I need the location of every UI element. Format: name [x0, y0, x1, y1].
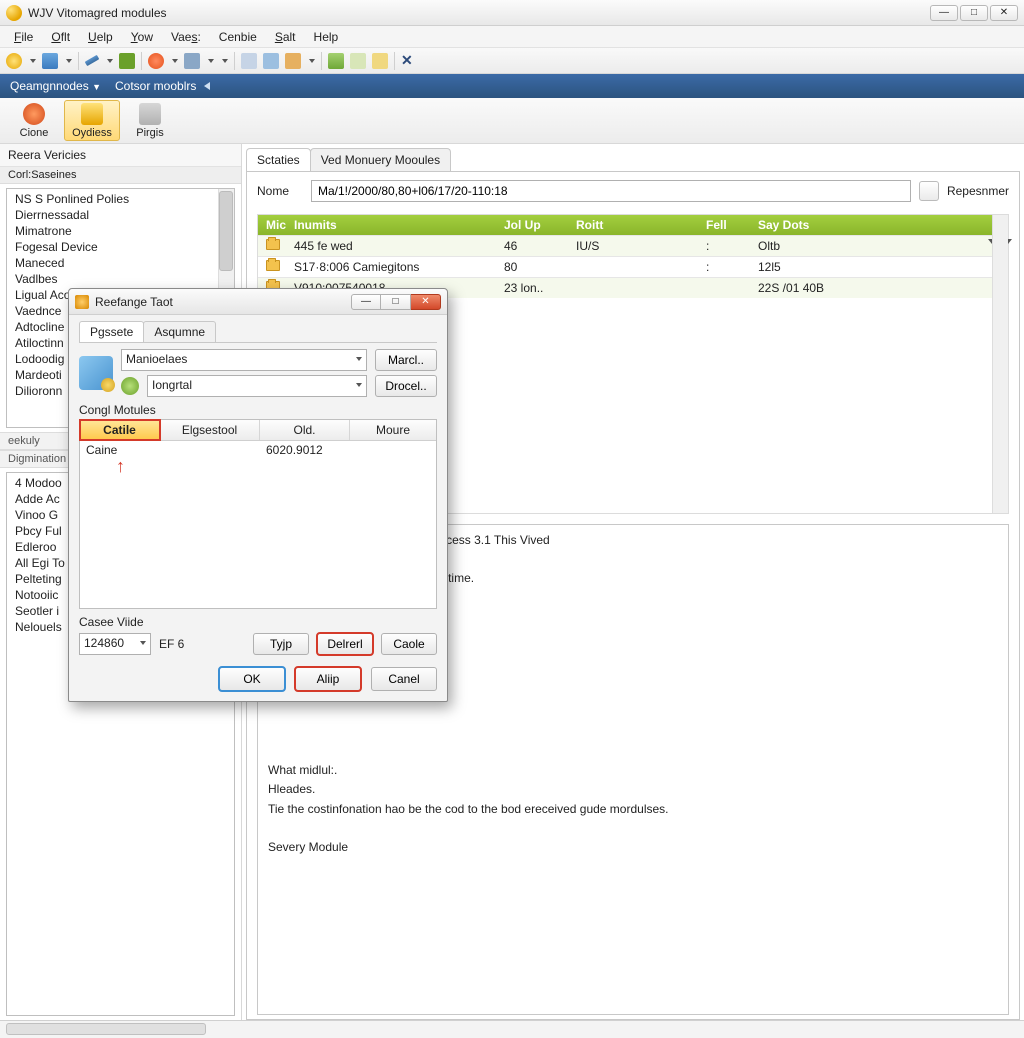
marcl-button[interactable]: Marcl..: [375, 349, 437, 371]
detail-h: Hleades.: [268, 780, 998, 799]
grid-header-inumits[interactable]: Inumits: [286, 215, 496, 235]
blue-navbar: Qeamgnnodes ▼ Cotsor mooblrs: [0, 74, 1024, 98]
list-item[interactable]: Mimatrone: [7, 223, 234, 239]
combo-manioelases[interactable]: Manioelaes: [121, 349, 367, 371]
list-item[interactable]: NS S Ponlined Polies: [7, 191, 234, 207]
dlg-grid-header-elgsestool[interactable]: Elgsestool: [160, 420, 260, 440]
menu-cenbie[interactable]: Cenbie: [211, 28, 265, 46]
table-row[interactable]: S17·8:006 Camiegitons80 :12l5: [258, 256, 1008, 277]
list-item[interactable]: Dierrnessadal: [7, 207, 234, 223]
dialog-minimize-button[interactable]: —: [351, 294, 381, 310]
toolbar-db-icon[interactable]: [184, 53, 200, 69]
drocel-button[interactable]: Drocel..: [375, 375, 437, 397]
grid-header-roitt[interactable]: Roitt: [568, 215, 698, 235]
name-input[interactable]: [311, 180, 911, 202]
menu-help[interactable]: Help: [306, 28, 347, 46]
ok-button[interactable]: OK: [219, 667, 285, 691]
grid-header-saydots[interactable]: Say Dots: [750, 215, 980, 235]
menubar: FFileile Oflt Uelp Yow Vaes: Cenbie Salt…: [0, 26, 1024, 48]
dialog-icon: [75, 295, 89, 309]
dlg-grid-header-catile[interactable]: Catile: [80, 420, 160, 440]
toolbar-delete-icon[interactable]: ✕: [401, 52, 413, 69]
grid-header-fell[interactable]: Fell: [698, 215, 750, 235]
detail-q: What midlul:.: [268, 761, 998, 780]
reefange-dialog: Reefange Taot — □ ✕ Pgssete Asqumne Mani…: [68, 288, 448, 702]
list-item[interactable]: Vadlbes: [7, 271, 234, 287]
casee-viide-label: Casee Viide: [79, 615, 437, 629]
menu-salt[interactable]: Salt: [267, 28, 304, 46]
toolbar-stop-icon[interactable]: [148, 53, 164, 69]
toolbar-open-icon[interactable]: [42, 53, 58, 69]
name-label: Nome: [257, 184, 303, 198]
toolbar-edit-icon[interactable]: [85, 55, 100, 66]
status-bar: [0, 1020, 1024, 1038]
maximize-button[interactable]: □: [960, 5, 988, 21]
rename-label[interactable]: Repesnmer: [947, 184, 1009, 198]
combo-iongrtal[interactable]: Iongrtal: [147, 375, 367, 397]
sidebar-subtitle: Corl:Saseines: [0, 167, 241, 184]
sidebar-panel-title: Reera Vericies: [0, 144, 241, 167]
menu-vaes[interactable]: Vaes:: [163, 28, 209, 46]
red-arrow-icon: ↑: [116, 456, 125, 477]
dialog-close-button[interactable]: ✕: [411, 294, 441, 310]
dialog-maximize-button[interactable]: □: [381, 294, 411, 310]
navbar-left[interactable]: Qeamgnnodes ▼: [10, 79, 101, 93]
dialog-title: Reefange Taot: [95, 295, 351, 309]
grid-header-mic[interactable]: Mic: [258, 215, 286, 235]
navbar-right[interactable]: Cotsor mooblrs: [115, 79, 210, 93]
congl-motules-label: Congl Motules: [79, 403, 437, 417]
folder-icon: [266, 260, 280, 271]
horizontal-scrollbar[interactable]: [6, 1023, 206, 1035]
dialog-big-icon: [79, 356, 113, 390]
grid-scrollbar[interactable]: [992, 215, 1008, 513]
num-combo[interactable]: 124860: [79, 633, 151, 655]
tab-sctaties[interactable]: Sctaties: [246, 148, 311, 171]
dlg-grid-header-old[interactable]: Old.: [260, 420, 350, 440]
dlg-grid-header-moure[interactable]: Moure: [350, 420, 436, 440]
ribbon: Cione Oydiess Pirgis: [0, 98, 1024, 144]
toolbar-form-icon[interactable]: [350, 53, 366, 69]
app-icon: [6, 5, 22, 21]
window-titlebar: WJV Vitomagred modules — □ ✕: [0, 0, 1024, 26]
menu-oflt[interactable]: Oflt: [43, 28, 78, 46]
list-item[interactable]: Maneced: [7, 255, 234, 271]
menu-uelp[interactable]: Uelp: [80, 28, 121, 46]
menu-yow[interactable]: Yow: [123, 28, 161, 46]
toolbar-check-icon[interactable]: [119, 53, 135, 69]
delrerl-button[interactable]: Delrerl: [317, 633, 373, 655]
refresh-icon[interactable]: [919, 181, 939, 201]
window-title: WJV Vitomagred modules: [28, 6, 930, 20]
toolbar-new-icon[interactable]: [6, 53, 22, 69]
ef-label: EF 6: [159, 637, 184, 651]
grid-header-jolup[interactable]: Jol Up: [496, 215, 568, 235]
menu-file[interactable]: FFileile: [6, 28, 41, 46]
folder-icon: [266, 239, 280, 250]
toolbar: ✕: [0, 48, 1024, 74]
ribbon-oydiess[interactable]: Oydiess: [64, 100, 120, 141]
dialog-tab-pgssete[interactable]: Pgssete: [79, 321, 144, 342]
aliip-button[interactable]: Aliip: [295, 667, 361, 691]
dialog-grid[interactable]: Catile Elgsestool Old. Moure Caine 6020.…: [79, 419, 437, 609]
minimize-button[interactable]: —: [930, 5, 958, 21]
dialog-tab-asqumne[interactable]: Asqumne: [143, 321, 216, 342]
close-button[interactable]: ✕: [990, 5, 1018, 21]
dlg-grid-cell-old: 6020.9012: [260, 441, 350, 459]
ribbon-pirgis[interactable]: Pirgis: [122, 100, 178, 141]
tyjp-button[interactable]: Tyjp: [253, 633, 309, 655]
toolbar-filter-icon[interactable]: [285, 53, 301, 69]
tab-ved-monuery[interactable]: Ved Monuery Mooules: [310, 148, 451, 171]
globe-icon: [121, 377, 139, 395]
detail-sev: Severy Module: [268, 838, 998, 857]
toolbar-doc-icon[interactable]: [372, 53, 388, 69]
list-item[interactable]: Fogesal Device: [7, 239, 234, 255]
toolbar-run-icon[interactable]: [328, 53, 344, 69]
tabstrip: Sctaties Ved Monuery Mooules: [246, 148, 1020, 172]
ribbon-cione[interactable]: Cione: [6, 100, 62, 141]
cancel-button[interactable]: Canel: [371, 667, 437, 691]
toolbar-search-icon[interactable]: [241, 53, 257, 69]
table-row[interactable]: 445 fe wed46IU/S :Oltb: [258, 235, 1008, 256]
caole-button[interactable]: Caole: [381, 633, 437, 655]
toolbar-zoom-icon[interactable]: [263, 53, 279, 69]
detail-tie: Tie the costinfonation hao be the cod to…: [268, 800, 998, 819]
